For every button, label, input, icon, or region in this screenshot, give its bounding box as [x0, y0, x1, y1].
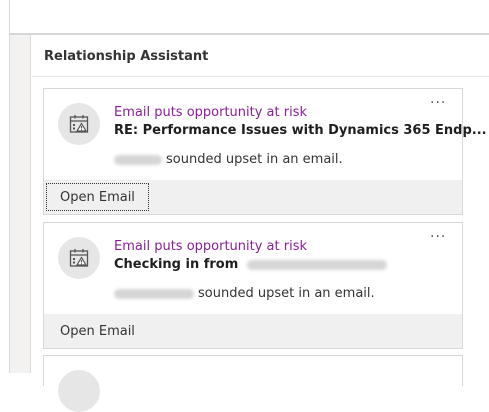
insight-detail: sounded upset in an email. — [114, 152, 343, 167]
insight-card: Email puts opportunity at risk Checking … — [43, 222, 463, 349]
redacted-contact-name — [114, 288, 194, 299]
more-options-icon[interactable]: ··· — [430, 229, 446, 245]
insight-title: Checking in from — [114, 257, 391, 272]
panel-container: Relationship Assistant Email puts opport… — [10, 35, 489, 412]
insight-type-label: Email puts opportunity at risk — [114, 239, 308, 254]
redacted-contact-name — [114, 154, 162, 165]
card-footer: Open Email — [44, 314, 462, 348]
open-email-button[interactable]: Open Email — [46, 317, 149, 345]
left-divider — [0, 0, 10, 373]
calendar-alert-icon — [58, 237, 100, 279]
insight-card: Email puts opportunity at risk RE: Perfo… — [43, 88, 487, 215]
calendar-alert-icon — [58, 370, 100, 412]
relationship-assistant-panel: Relationship Assistant Email puts opport… — [30, 35, 489, 412]
more-options-icon[interactable]: ··· — [430, 95, 446, 111]
calendar-alert-icon — [58, 103, 100, 145]
insight-title: RE: Performance Issues with Dynamics 365… — [114, 123, 487, 138]
insight-detail-text: sounded upset in an email. — [166, 152, 343, 167]
insight-type-label: Email puts opportunity at risk — [114, 105, 308, 120]
card-footer: Open Email — [44, 180, 462, 214]
insight-detail: sounded upset in an email. — [114, 286, 375, 301]
insight-detail-text: sounded upset in an email. — [198, 286, 375, 301]
insight-title-text: Checking in from — [114, 257, 239, 272]
top-bar — [0, 0, 489, 35]
insight-card — [43, 355, 463, 412]
panel-title: Relationship Assistant — [44, 49, 209, 64]
redacted-company-name — [246, 259, 387, 270]
open-email-button[interactable]: Open Email — [46, 183, 149, 211]
divider — [32, 76, 489, 77]
